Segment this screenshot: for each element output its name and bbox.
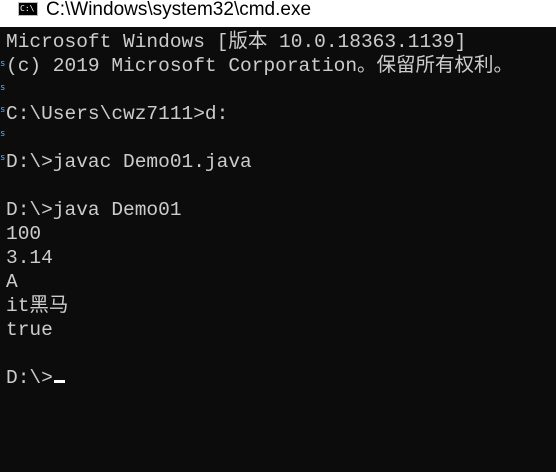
- window-title: C:\Windows\system32\cmd.exe: [46, 0, 312, 20]
- gutter-mark: s: [0, 129, 6, 139]
- console-line-output: true: [6, 319, 53, 341]
- text-cursor: [53, 380, 65, 383]
- console-line-version: Microsoft Windows [版本 10.0.18363.1139]: [6, 31, 467, 53]
- console-prompt: D:\>: [6, 367, 53, 389]
- console-prompt-line[interactable]: D:\>: [6, 366, 65, 390]
- console-line-output: 3.14: [6, 247, 53, 269]
- gutter-mark: s: [0, 83, 6, 93]
- console-line-command-drive: C:\Users\cwz7111>d:: [6, 103, 229, 125]
- console-line-copyright: (c) 2019 Microsoft Corporation。保留所有权利。: [6, 55, 514, 77]
- console-line-output: A: [6, 271, 18, 293]
- console-line-command-javac: D:\>javac Demo01.java: [6, 151, 252, 173]
- console-line-command-java: D:\>java Demo01: [6, 199, 182, 221]
- console-output[interactable]: [0, 27, 556, 472]
- console-line-output: it黑马: [6, 295, 69, 317]
- cmd-window: C:\ C:\Windows\system32\cmd.exe s s s s …: [0, 0, 556, 472]
- title-bar[interactable]: C:\ C:\Windows\system32\cmd.exe: [0, 0, 556, 27]
- console-line-output: 100: [6, 223, 42, 245]
- cmd-app-icon: C:\: [18, 2, 38, 16]
